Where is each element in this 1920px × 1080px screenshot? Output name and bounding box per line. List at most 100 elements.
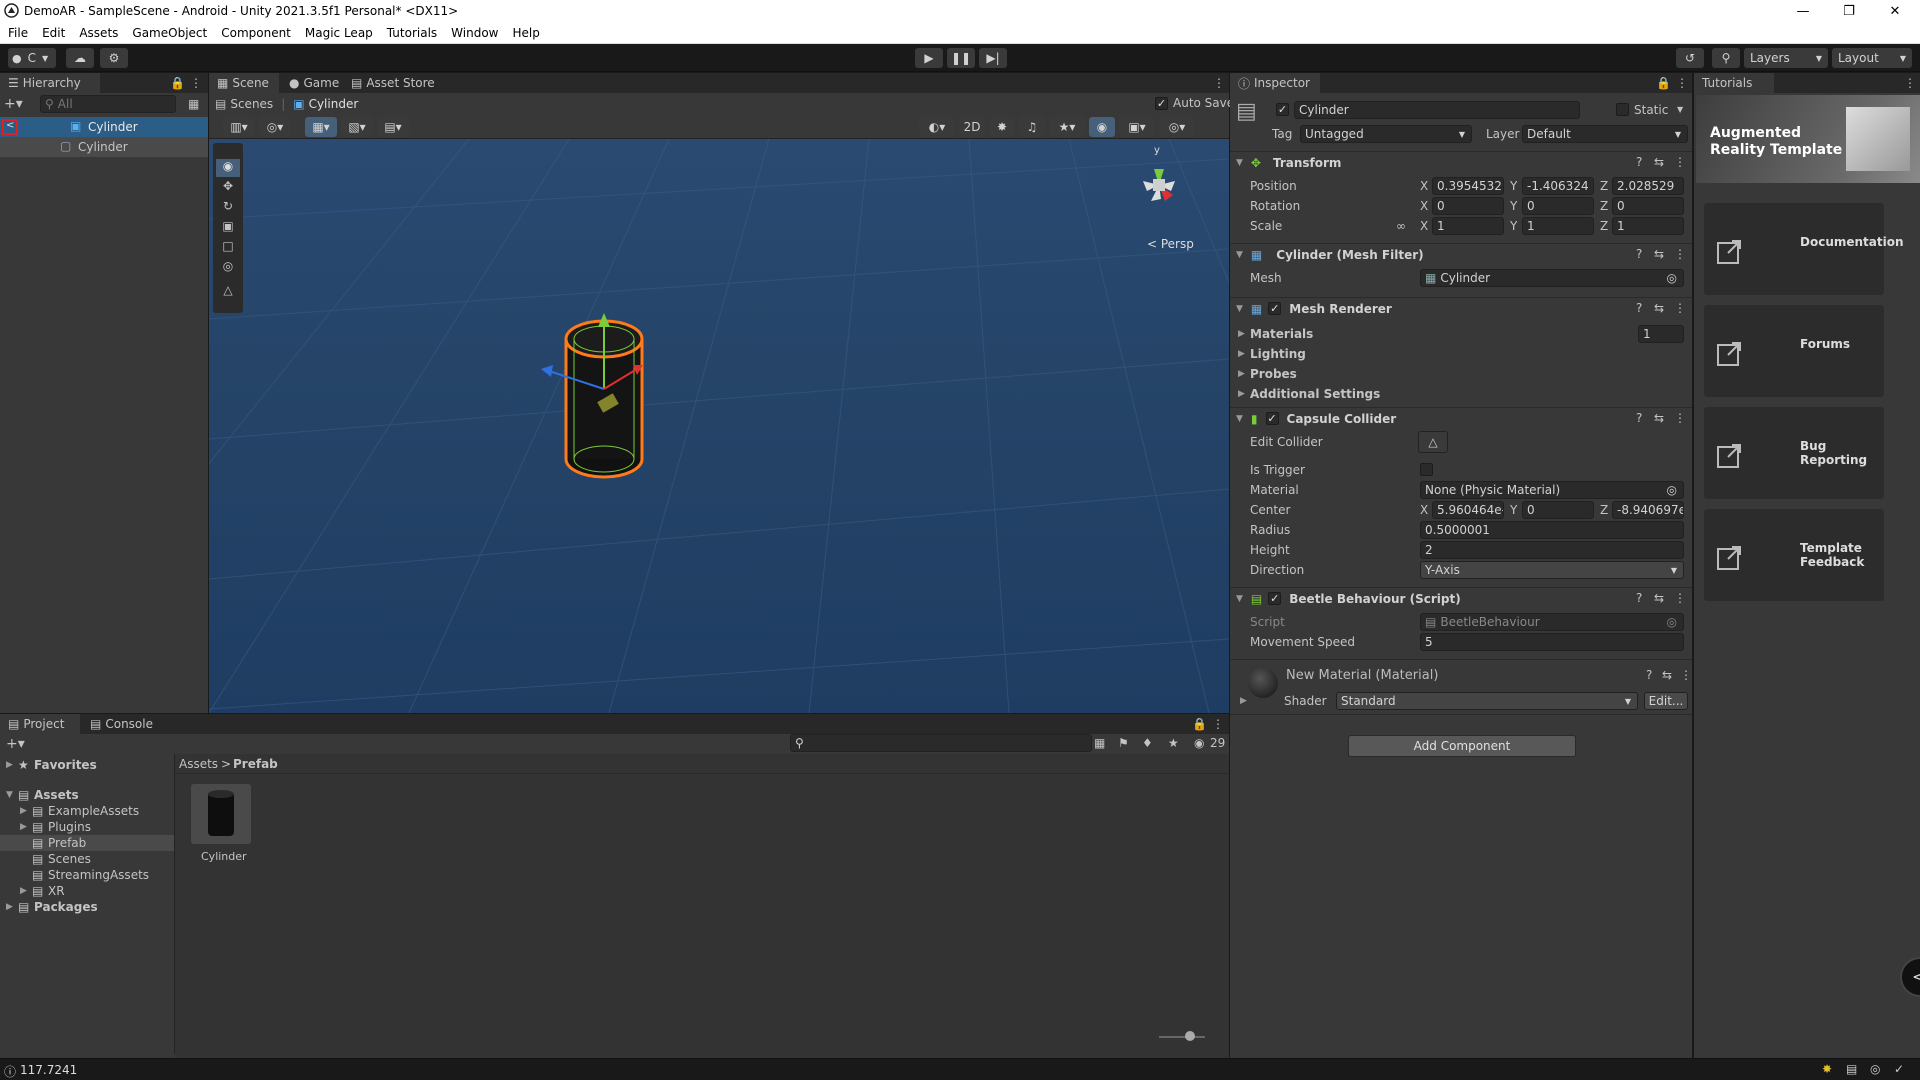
more-options-icon[interactable]: ⋮ [1674,301,1686,315]
tab-asset-store[interactable]: ▤ Asset Store [343,73,443,93]
chevron-down-icon[interactable]: ▼ [1677,105,1683,114]
menu-edit[interactable]: Edit [35,26,72,40]
center-x-field[interactable]: 5.960464e- [1432,501,1504,519]
tab-scene[interactable]: ▦ Scene [209,73,279,93]
layout-dropdown[interactable]: Layout ▼ [1832,48,1912,68]
view-tool-icon[interactable]: ◉ [216,159,240,177]
global-toggle[interactable]: ◎▾ [259,117,291,137]
tutorial-item-forums[interactable]: Forums [1704,305,1884,397]
scale-y-field[interactable]: 1 [1522,217,1594,235]
center-z-field[interactable]: -8.940697e [1612,501,1684,519]
mesh-renderer-enabled-checkbox[interactable]: ✓ [1268,302,1282,315]
rect-tool-icon[interactable]: □ [216,239,240,257]
add-icon[interactable]: +▾ [6,736,25,752]
scene-orientation-gizmo[interactable] [1129,147,1199,227]
collapse-panel-button[interactable]: < [1900,957,1920,997]
lock-icon[interactable]: 🔒 [1656,76,1671,90]
hierarchy-row-root[interactable]: < ▣ Cylinder [0,117,208,137]
star-icon[interactable]: ★ [1168,736,1179,750]
cylinder-object[interactable] [529,309,679,489]
asset-thumbnail[interactable] [191,784,251,844]
transform-tool-icon[interactable]: ◎ [216,259,240,277]
folder-prefab[interactable]: Prefab [48,836,86,850]
bug-icon[interactable]: ✸ [1822,1062,1832,1076]
custom-tool-icon[interactable]: △ [216,283,240,301]
foldout-arrow-icon[interactable]: ▶ [6,902,13,912]
back-arrow-icon[interactable]: < [2,119,18,135]
help-icon[interactable]: ? [1636,411,1642,425]
additional-settings-foldout[interactable]: Additional Settings [1250,387,1380,401]
scale-x-field[interactable]: 1 [1432,217,1504,235]
position-x-field[interactable]: 0.3954532 [1432,177,1504,195]
light-toggle[interactable]: ✸ [989,117,1015,137]
tutorial-item-template-feedback[interactable]: Template Feedback [1704,509,1884,601]
folder-xr[interactable]: XR [48,884,65,898]
more-options-icon[interactable]: ⋮ [1213,76,1225,90]
foldout-arrow-icon[interactable]: ▶ [20,886,27,896]
move-tool-icon[interactable]: ✥ [216,179,240,197]
breadcrumb-cylinder[interactable]: Cylinder [309,97,359,111]
scale-z-field[interactable]: 1 [1612,217,1684,235]
is-trigger-checkbox[interactable] [1420,463,1433,476]
audio-toggle[interactable]: ♫ [1019,117,1045,137]
lighting-toggle[interactable]: ◐▾ [919,117,955,137]
collab-button[interactable]: ⚙ [100,48,128,68]
filter-type-icon[interactable]: ▦ [1094,736,1105,750]
lock-icon[interactable]: 🔒 [170,76,185,90]
close-window-button[interactable]: ✕ [1872,0,1918,22]
direction-dropdown[interactable]: Y-Axis ▼ [1420,561,1684,579]
more-options-icon[interactable]: ⋮ [1674,411,1686,425]
radius-field[interactable]: 0.5000001 [1420,521,1684,539]
breadcrumb-scenes[interactable]: Scenes [230,97,273,111]
foldout-arrow-icon[interactable]: ▶ [1238,329,1245,339]
preset-icon[interactable]: ⇆ [1654,155,1664,169]
folder-scenes[interactable]: Scenes [48,852,91,866]
position-z-field[interactable]: 2.028529 [1612,177,1684,195]
more-options-icon[interactable]: ⋮ [1674,247,1686,261]
assets-folder[interactable]: Assets [34,788,79,802]
foldout-arrow-icon[interactable]: ▶ [20,806,27,816]
help-icon[interactable]: ? [1646,668,1652,682]
filter-label-icon[interactable]: ⚑ [1118,736,1129,750]
physic-material-field[interactable]: None (Physic Material) ◎ [1420,481,1684,499]
mesh-field[interactable]: ▦ Cylinder ◎ [1420,269,1684,287]
tutorial-item-documentation[interactable]: Documentation [1704,203,1904,295]
rotate-tool-icon[interactable]: ↻ [216,199,240,217]
materials-count-field[interactable]: 1 [1638,325,1684,343]
preset-icon[interactable]: ⇆ [1662,668,1672,682]
zoom-slider-handle[interactable] [1185,1031,1195,1041]
capsule-enabled-checkbox[interactable]: ✓ [1265,412,1279,425]
foldout-arrow-icon[interactable]: ▶ [1238,369,1245,379]
effects-toggle[interactable]: ★▾ [1049,117,1085,137]
rotation-z-field[interactable]: 0 [1612,197,1684,215]
script-header[interactable]: ▼ ▤ ✓ Beetle Behaviour (Script) [1230,587,1692,609]
more-options-icon[interactable]: ⋮ [1212,717,1224,731]
pause-button[interactable]: ❚❚ [947,48,975,68]
more-options-icon[interactable]: ⋮ [1676,76,1688,90]
probes-foldout[interactable]: Probes [1250,367,1297,381]
breadcrumb-prefab[interactable]: Prefab [233,757,278,771]
zoom-slider-track[interactable] [1159,1036,1205,1038]
add-component-button[interactable]: Add Component [1348,735,1576,757]
lock-icon[interactable]: 🔒 [1192,717,1207,731]
object-picker-icon[interactable]: ◎ [1667,271,1677,285]
minimize-button[interactable]: — [1780,0,1826,22]
folder-plugins[interactable]: Plugins [48,820,91,834]
cache-icon[interactable]: ◎ [1870,1062,1880,1076]
height-field[interactable]: 2 [1420,541,1684,559]
foldout-arrow-icon[interactable]: ▶ [1238,349,1245,359]
folder-streaming-assets[interactable]: StreamingAssets [48,868,149,882]
2d-toggle[interactable]: 2D [959,117,985,137]
object-name-field[interactable]: Cylinder [1294,101,1580,119]
status-message[interactable]: 117.7241 [20,1063,77,1077]
more-options-icon[interactable]: ⋮ [1680,668,1692,682]
foldout-arrow-icon[interactable]: ▶ [1240,696,1247,706]
transform-header[interactable]: ▼ ✥ Transform [1230,151,1692,173]
menu-help[interactable]: Help [506,26,547,40]
draw-mode-button[interactable]: ▥▾ [223,117,255,137]
step-button[interactable]: ▶| [979,48,1007,68]
history-button[interactable]: ↺ [1676,48,1704,68]
auto-save-checkbox[interactable]: ✓ [1155,97,1168,110]
persp-label[interactable]: < Persp [1147,237,1194,251]
script-enabled-checkbox[interactable]: ✓ [1268,592,1282,605]
